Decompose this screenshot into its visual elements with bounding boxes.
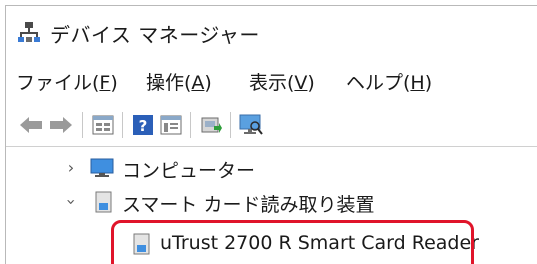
properties-button[interactable] (90, 112, 116, 138)
forward-arrow-icon (50, 117, 72, 133)
title-bar: デバイス マネージャー (6, 6, 537, 58)
monitor-scan-icon (239, 114, 263, 135)
computer-icon (90, 158, 114, 177)
toolbar: ? (6, 102, 537, 147)
device-manager-window: デバイス マネージャー ファイル(F) 操作(A) 表示(V) ヘルプ(H) ?… (5, 5, 537, 264)
menu-bar: ファイル(F) 操作(A) 表示(V) ヘルプ(H) (6, 58, 537, 102)
menu-action[interactable]: 操作(A) (146, 68, 212, 95)
window-title: デバイス マネージャー (50, 23, 260, 47)
menu-view[interactable]: 表示(V) (249, 68, 315, 95)
chevron-right-icon[interactable]: › (64, 159, 78, 177)
toolbar-separator (122, 112, 123, 138)
show-hidden-button[interactable] (158, 112, 184, 138)
help-button[interactable]: ? (130, 112, 156, 138)
menu-help[interactable]: ヘルプ(H) (346, 68, 432, 95)
help-icon: ? (133, 115, 153, 135)
svg-text:?: ? (139, 117, 148, 135)
tree-item-smart-card-readers[interactable]: › スマート カード読み取り装置 (6, 185, 537, 219)
highlight-box (111, 220, 474, 264)
forward-button[interactable] (48, 112, 74, 138)
chevron-down-icon[interactable]: › (62, 195, 81, 209)
tree-item-label: スマート カード読み取り装置 (122, 194, 375, 216)
toolbar-separator (230, 112, 231, 138)
scan-hardware-button[interactable] (238, 112, 264, 138)
update-driver-icon (201, 117, 222, 133)
show-hidden-icon (160, 115, 182, 135)
back-arrow-icon (20, 117, 42, 133)
update-driver-button[interactable] (198, 112, 224, 138)
tree-item-label: コンピューター (122, 160, 256, 182)
tree-item-computer[interactable]: › コンピューター (6, 151, 537, 185)
device-manager-icon (18, 22, 40, 42)
properties-icon (92, 115, 114, 135)
toolbar-separator (82, 112, 83, 138)
toolbar-separator (190, 112, 191, 138)
smart-card-reader-icon (95, 191, 112, 213)
menu-file[interactable]: ファイル(F) (16, 68, 118, 95)
back-button[interactable] (18, 112, 44, 138)
